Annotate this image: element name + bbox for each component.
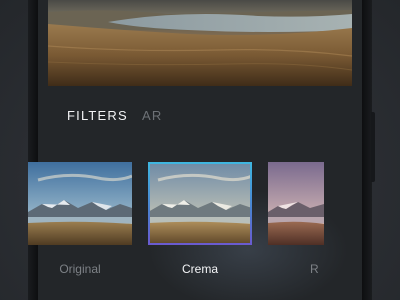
photo-preview: [48, 0, 352, 86]
filter-label-original: Original: [59, 262, 101, 276]
filter-label-crema: Crema: [181, 262, 218, 276]
app-screen: FILTERS AR Original Crema R: [0, 0, 400, 300]
phone-side-button: [371, 112, 375, 182]
filter-thumbnail-original[interactable]: [28, 162, 132, 245]
phone-frame-left: [28, 0, 38, 300]
filter-thumbnail-crema[interactable]: [148, 162, 252, 245]
filter-thumbnail-third[interactable]: [268, 162, 324, 245]
filter-label-third: R: [310, 262, 319, 276]
tab-filters[interactable]: FILTERS: [67, 108, 128, 123]
phone-screen: FILTERS AR: [38, 0, 362, 300]
tab-ar[interactable]: AR: [142, 108, 162, 123]
